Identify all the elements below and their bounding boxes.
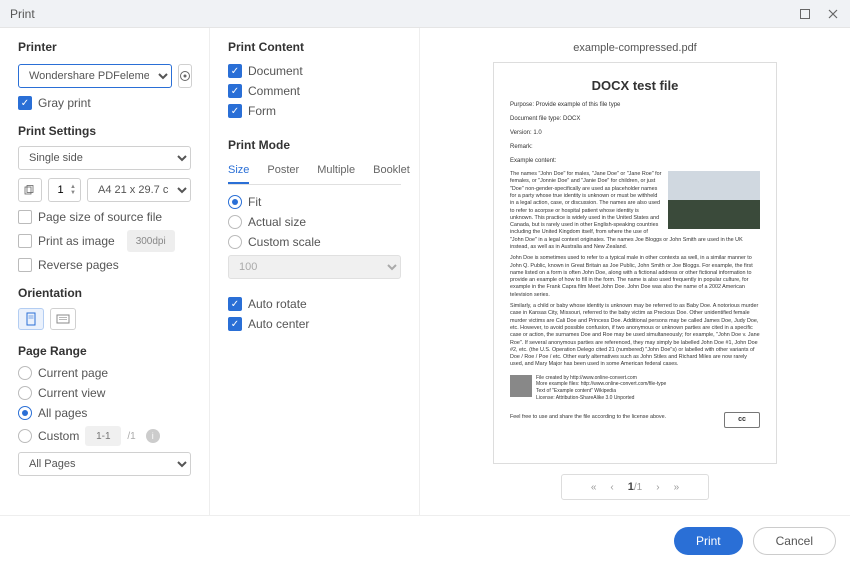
printer-select[interactable]: Wondershare PDFelement <box>18 64 172 88</box>
auto-center-checkbox[interactable]: Auto center <box>228 317 401 331</box>
middle-column: Print Content Document Comment Form Prin… <box>210 28 420 515</box>
printer-settings-button[interactable] <box>178 64 192 88</box>
tab-multiple[interactable]: Multiple <box>317 160 355 184</box>
document-checkbox[interactable]: Document <box>228 64 401 78</box>
copies-stepper[interactable]: ▲▼ <box>48 178 81 202</box>
window-title: Print <box>10 7 35 21</box>
page-range-current-page[interactable]: Current page <box>18 366 191 380</box>
tab-poster[interactable]: Poster <box>267 160 299 184</box>
pager: « ‹ 1/1 › » <box>561 474 709 500</box>
auto-rotate-checkbox[interactable]: Auto rotate <box>228 297 401 311</box>
dpi-field: 300dpi <box>127 230 175 252</box>
reverse-pages-checkbox[interactable]: Reverse pages <box>18 258 191 272</box>
pager-prev-icon[interactable]: ‹ <box>610 482 613 493</box>
pager-first-icon[interactable]: « <box>591 482 597 493</box>
print-as-image-checkbox[interactable]: Print as image300dpi <box>18 230 191 252</box>
print-mode-title: Print Mode <box>228 138 401 152</box>
orientation-title: Orientation <box>18 286 191 300</box>
scale-select: 100 <box>228 255 401 279</box>
duplex-select[interactable]: Single side <box>18 146 191 170</box>
left-column: Printer Wondershare PDFelement Gray prin… <box>0 28 210 515</box>
page-range-all-pages[interactable]: All pages <box>18 406 191 420</box>
print-button[interactable]: Print <box>674 527 743 555</box>
page-size-source-checkbox[interactable]: Page size of source file <box>18 210 191 224</box>
preview-page: DOCX test file Purpose: Provide example … <box>493 62 777 464</box>
preview-filename: example-compressed.pdf <box>573 42 697 54</box>
preview-image-placeholder <box>668 171 760 229</box>
pager-last-icon[interactable]: » <box>674 482 680 493</box>
page-range-custom[interactable]: Custom /1 i <box>18 426 191 446</box>
cancel-button[interactable]: Cancel <box>753 527 836 555</box>
custom-range-input[interactable] <box>85 426 121 446</box>
tab-size[interactable]: Size <box>228 160 249 184</box>
form-checkbox[interactable]: Form <box>228 104 401 118</box>
comment-checkbox[interactable]: Comment <box>228 84 401 98</box>
page-range-title: Page Range <box>18 344 191 358</box>
tab-booklet[interactable]: Booklet <box>373 160 410 184</box>
print-content-title: Print Content <box>228 40 401 54</box>
page-range-dropdown[interactable]: All Pages <box>18 452 191 476</box>
page-range-current-view[interactable]: Current view <box>18 386 191 400</box>
info-icon: i <box>146 429 160 443</box>
maximize-icon[interactable] <box>798 7 812 21</box>
gray-print-checkbox[interactable]: Gray print <box>18 96 191 110</box>
cc-badge: cc <box>724 412 760 428</box>
custom-scale-radio[interactable]: Custom scale <box>228 235 401 249</box>
print-settings-title: Print Settings <box>18 124 191 138</box>
doc-title: DOCX test file <box>510 77 760 95</box>
fit-radio[interactable]: Fit <box>228 195 401 209</box>
paper-size-select[interactable]: A4 21 x 29.7 cm <box>87 178 191 202</box>
close-icon[interactable] <box>826 7 840 21</box>
credit-icon <box>510 375 532 397</box>
orientation-landscape[interactable] <box>50 308 76 330</box>
actual-size-radio[interactable]: Actual size <box>228 215 401 229</box>
pager-next-icon[interactable]: › <box>656 482 659 493</box>
preview-column: example-compressed.pdf DOCX test file Pu… <box>420 28 850 515</box>
print-mode-tabs: Size Poster Multiple Booklet <box>228 160 401 185</box>
window-controls <box>798 7 840 21</box>
collate-icon[interactable] <box>18 178 42 202</box>
orientation-portrait[interactable] <box>18 308 44 330</box>
footer: Print Cancel <box>0 515 850 565</box>
titlebar: Print <box>0 0 850 28</box>
pager-page: 1/1 <box>628 481 642 493</box>
printer-section-title: Printer <box>18 40 191 54</box>
main-content: Printer Wondershare PDFelement Gray prin… <box>0 28 850 515</box>
